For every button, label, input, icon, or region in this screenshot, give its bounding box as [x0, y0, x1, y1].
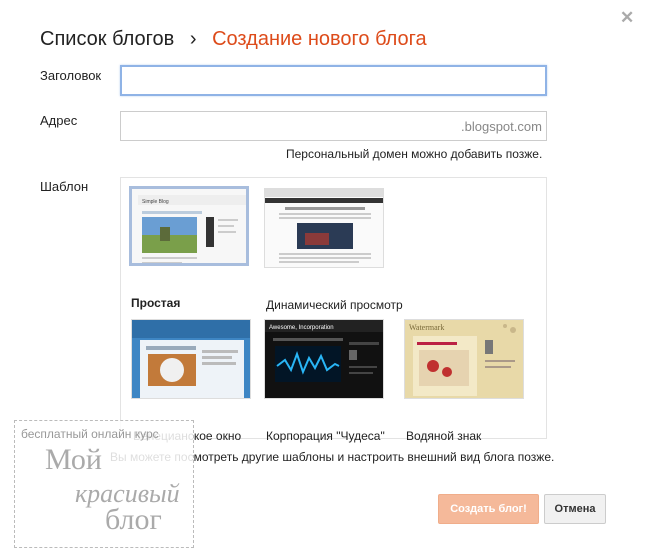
template-watermark-preview-icon: Watermark [405, 320, 523, 398]
template-simple-thumbnail: Simple Blog [129, 186, 249, 266]
template-simple-label: Простая [131, 296, 181, 310]
template-awesome-inc-label: Корпорация "Чудеса" [266, 429, 385, 443]
template-gallery: Simple Blog Простая Динамический просмот… [120, 177, 547, 443]
template-dynamic-preview-icon [265, 189, 383, 267]
template-watermark-label: Водяной знак [406, 429, 482, 443]
template-awesome-inc-preview-icon: Awesome, Incorporation [265, 320, 383, 398]
cancel-button[interactable]: Отмена [544, 494, 606, 524]
template-dynamic-view-label: Динамический просмотр [266, 298, 403, 312]
template-watermark-thumbnail: Watermark [404, 319, 524, 399]
breadcrumb: Список блогов › Создание нового блога [40, 28, 427, 51]
template-dynamic-view-thumbnail [264, 188, 384, 268]
watermark-line-blog: блог [105, 503, 162, 536]
svg-text:Simple Blog: Simple Blog [142, 199, 169, 205]
title-label: Заголовок [40, 68, 102, 83]
svg-text:Watermark: Watermark [409, 323, 444, 332]
watermark-line-course: бесплатный онлайн курс [21, 427, 159, 441]
address-suffix: .blogspot.com [461, 119, 542, 134]
create-blog-button[interactable]: Создать блог! [438, 494, 539, 524]
page-title: Создание нового блога [212, 28, 427, 50]
title-input[interactable] [120, 65, 547, 96]
svg-text:Awesome, Incorporation: Awesome, Incorporation [269, 325, 334, 331]
site-watermark-overlay: бесплатный онлайн курс Мой красивый блог [14, 420, 194, 548]
template-picture-window-thumbnail [131, 319, 251, 399]
address-label: Адрес [40, 113, 78, 128]
close-icon[interactable]: ✕ [620, 8, 634, 28]
template-picture-window-preview-icon [132, 320, 250, 398]
template-awesome-inc-thumbnail: Awesome, Incorporation [264, 319, 384, 399]
breadcrumb-separator-icon: › [189, 28, 197, 50]
watermark-line-moy: Мой [45, 443, 102, 476]
address-hint: Персональный домен можно добавить позже. [286, 147, 543, 161]
template-simple-preview-icon: Simple Blog [132, 189, 246, 263]
template-label: Шаблон [40, 179, 89, 194]
breadcrumb-blog-list-link[interactable]: Список блогов [40, 28, 174, 50]
